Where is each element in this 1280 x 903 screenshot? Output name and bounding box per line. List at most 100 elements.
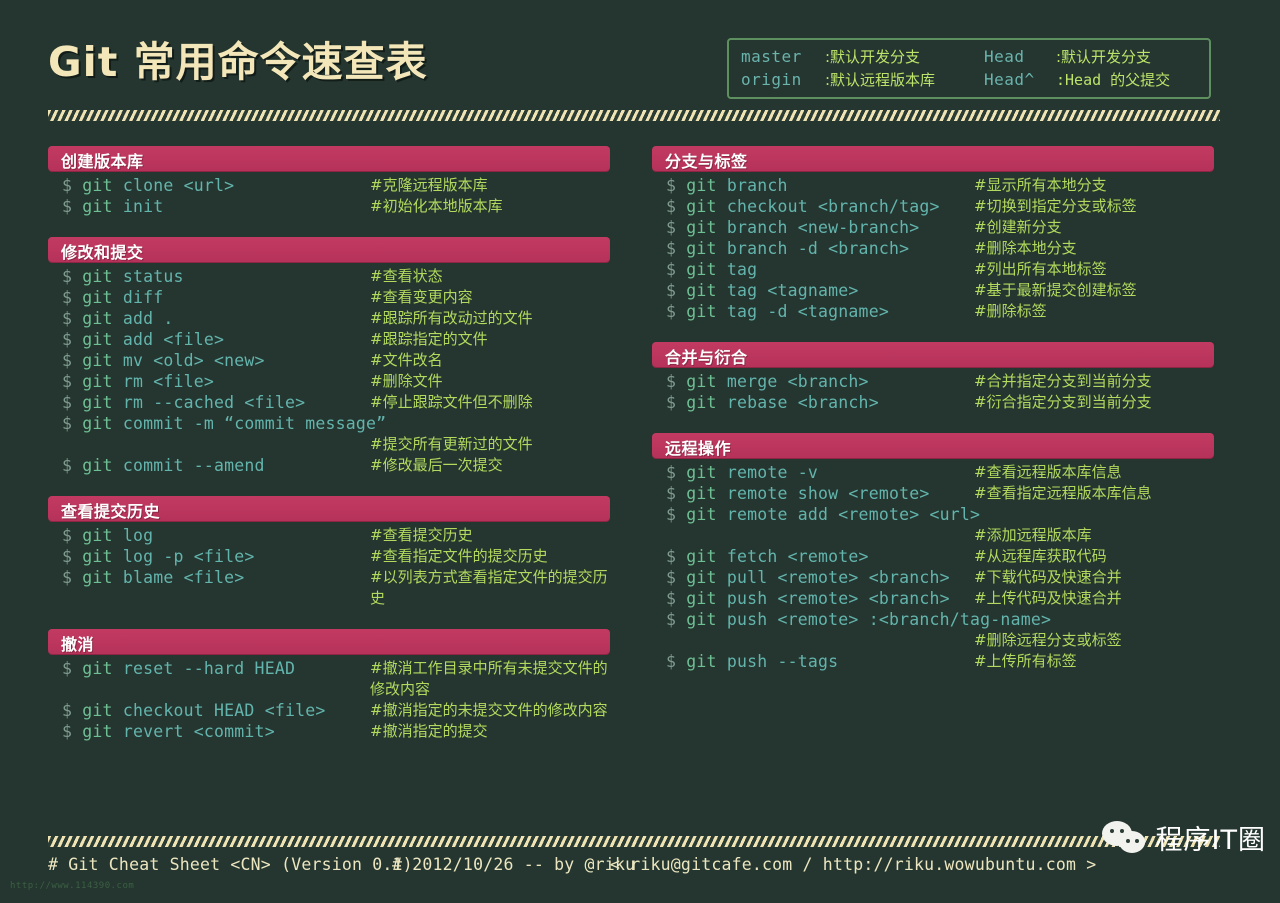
- command-args: rm --cached <file>: [112, 393, 306, 412]
- section-header: 修改和提交: [48, 237, 610, 262]
- section-title: 分支与标签: [665, 152, 748, 171]
- legend-key: origin: [741, 70, 802, 89]
- git-keyword: git: [82, 309, 113, 328]
- prompt-symbol: $: [62, 701, 83, 720]
- footer-title: # Git Cheat Sheet <CN> (Version 0.1): [48, 855, 413, 874]
- command-row: $ git revert <commit> #撤消指定的提交: [48, 721, 610, 742]
- command-comment: #上传代码及快速合并: [974, 589, 1122, 607]
- prompt-symbol: $: [62, 176, 83, 195]
- prompt-symbol: $: [666, 218, 687, 237]
- command-text: $ git log: [48, 525, 153, 546]
- command-text: $ git blame <file>: [48, 567, 244, 588]
- command-comment: #基于最新提交创建标签: [974, 281, 1137, 299]
- prompt-symbol: $: [62, 267, 83, 286]
- prompt-symbol: $: [666, 589, 687, 608]
- git-keyword: git: [686, 260, 717, 279]
- command-text: $ git push <remote> :<branch/tag-name>: [652, 609, 1051, 630]
- hatched-divider-bottom: [48, 836, 1220, 847]
- command-row: #添加远程版本库: [652, 525, 1214, 546]
- command-text: $ git remote add <remote> <url>: [652, 504, 980, 525]
- command-row: $ git commit -m “commit message”: [48, 413, 610, 434]
- command-text: $ git remote show <remote>: [652, 483, 930, 504]
- section-title: 创建版本库: [61, 152, 144, 171]
- command-args: branch: [716, 176, 788, 195]
- command-text: $ git init: [48, 196, 163, 217]
- git-keyword: git: [82, 547, 113, 566]
- git-keyword: git: [686, 372, 717, 391]
- command-section: 远程操作 $ git remote -v #查看远程版本库信息 $ git remot…: [652, 433, 1214, 672]
- command-row: #提交所有更新过的文件: [48, 434, 610, 455]
- command-row: $ git status #查看状态: [48, 266, 610, 287]
- section-title: 撤消: [61, 635, 95, 654]
- section-header: 远程操作: [652, 433, 1214, 458]
- prompt-symbol: $: [666, 652, 687, 671]
- section-body: $ git status #查看状态 $ git diff #查看变更内容 $ git …: [48, 262, 610, 476]
- command-args: remote -v: [716, 463, 819, 482]
- git-keyword: git: [82, 288, 113, 307]
- prompt-symbol: $: [62, 372, 83, 391]
- command-row: $ git branch -d <branch> #删除本地分支: [652, 238, 1214, 259]
- prompt-symbol: $: [62, 330, 83, 349]
- command-args: push <remote> <branch>: [716, 589, 950, 608]
- git-keyword: git: [686, 547, 717, 566]
- command-comment: #查看指定文件的提交历史: [370, 547, 548, 565]
- command-comment: #撤消指定的未提交文件的修改内容: [370, 701, 608, 719]
- section-title: 修改和提交: [61, 243, 144, 262]
- section-title: 远程操作: [665, 439, 732, 458]
- command-text: $ git status: [48, 266, 184, 287]
- git-keyword: git: [82, 176, 113, 195]
- command-args: rm <file>: [112, 372, 215, 391]
- command-args: branch -d <branch>: [716, 239, 910, 258]
- command-comment: #提交所有更新过的文件: [370, 435, 533, 453]
- prompt-symbol: $: [62, 722, 83, 741]
- command-text: $ git fetch <remote>: [652, 546, 869, 567]
- git-keyword: git: [82, 197, 113, 216]
- git-keyword: git: [82, 414, 113, 433]
- command-text: $ git clone <url>: [48, 175, 234, 196]
- command-row: $ git log -p <file> #查看指定文件的提交历史: [48, 546, 610, 567]
- legend-cell: Head :默认开发分支: [984, 46, 1151, 67]
- section-body: $ git branch #显示所有本地分支 $ git checkout <bra…: [652, 171, 1214, 322]
- command-text: $ git remote -v: [652, 462, 818, 483]
- command-text: $ git rm <file>: [48, 371, 214, 392]
- git-keyword: git: [82, 701, 113, 720]
- prompt-symbol: $: [62, 456, 83, 475]
- command-row: $ git diff #查看变更内容: [48, 287, 610, 308]
- git-keyword: git: [686, 239, 717, 258]
- prompt-symbol: $: [62, 568, 83, 587]
- command-row: $ git tag -d <tagname> #删除标签: [652, 301, 1214, 322]
- prompt-symbol: $: [62, 659, 83, 678]
- command-comment: #删除标签: [974, 302, 1047, 320]
- command-comment: #下载代码及快速合并: [974, 568, 1122, 586]
- command-row: $ git remote show <remote> #查看指定远程版本库信息: [652, 483, 1214, 504]
- command-comment: #添加远程版本库: [974, 526, 1092, 544]
- prompt-symbol: $: [666, 463, 687, 482]
- command-row: $ git clone <url> #克隆远程版本库: [48, 175, 610, 196]
- git-keyword: git: [686, 218, 717, 237]
- command-row: $ git fetch <remote> #从远程库获取代码: [652, 546, 1214, 567]
- legend-row: origin :默认远程版本库 Head^ :Head 的父提交: [741, 68, 1199, 91]
- command-comment: #撤消工作目录中所有未提交文件的修改内容: [370, 659, 608, 698]
- git-keyword: git: [82, 722, 113, 741]
- command-row: $ git add . #跟踪所有改动过的文件: [48, 308, 610, 329]
- command-row: $ git blame <file> #以列表方式查看指定文件的提交历史: [48, 567, 610, 609]
- wechat-dot: [1109, 828, 1114, 833]
- git-keyword: git: [686, 197, 717, 216]
- command-section: 创建版本库 $ git clone <url> #克隆远程版本库 $ git init…: [48, 146, 610, 217]
- command-args: reset --hard HEAD: [112, 659, 296, 678]
- command-args: commit -m “commit message”: [112, 414, 387, 433]
- command-row: $ git push --tags #上传所有标签: [652, 651, 1214, 672]
- command-section: 分支与标签 $ git branch #显示所有本地分支 $ git checkout…: [652, 146, 1214, 322]
- git-keyword: git: [82, 456, 113, 475]
- command-row: $ git remote add <remote> <url>: [652, 504, 1214, 525]
- command-row: #删除远程分支或标签: [652, 630, 1214, 651]
- command-row: $ git checkout HEAD <file> #撤消指定的未提交文件的修改…: [48, 700, 610, 721]
- brand-logo: 程序IT圈: [1101, 818, 1266, 857]
- command-comment: #列出所有本地标签: [974, 260, 1107, 278]
- command-text: $ git diff: [48, 287, 163, 308]
- command-comment: #以列表方式查看指定文件的提交历史: [370, 568, 608, 607]
- command-comment: #查看指定远程版本库信息: [974, 484, 1152, 502]
- command-text: $ git branch -d <branch>: [652, 238, 909, 259]
- command-comment: #切换到指定分支或标签: [974, 197, 1137, 215]
